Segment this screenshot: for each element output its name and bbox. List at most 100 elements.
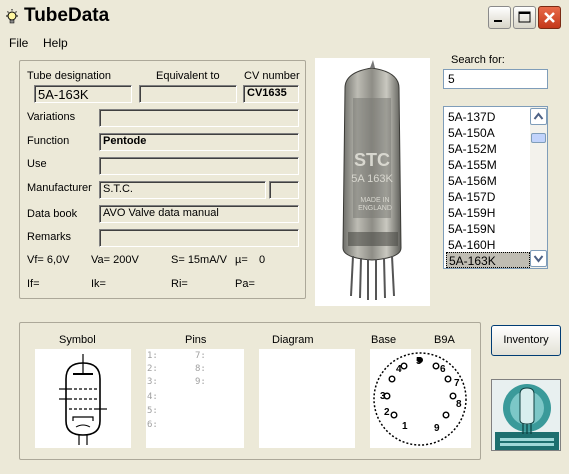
base-type-label: B9A [434,334,455,346]
symbol-label: Symbol [59,334,96,346]
list-item[interactable]: 5A-157D [446,189,530,205]
photo-print-3: MADE IN [360,197,389,204]
scroll-up-button[interactable] [530,108,547,125]
base-panel: 1 2 3 4 5 6 7 8 9 [370,349,471,448]
base-pin-number: 6 [440,364,446,375]
pentode-symbol [59,354,107,445]
base-label: Base [371,334,397,346]
base-pin-number: 4 [396,364,402,375]
menu-help-label: Help [43,36,68,50]
variations-field[interactable] [99,109,299,127]
pin-label: 3: [147,377,158,387]
menu-file[interactable]: File [9,36,28,50]
pin-label: 2: [147,364,158,374]
va-value: Va= 200V [91,254,139,266]
base-pin-number: 2 [384,407,390,418]
variations-label: Variations [27,111,76,123]
base-pin-number: 8 [456,399,462,410]
vf-value: Vf= 6,0V [27,254,70,266]
diagram-label: Diagram [272,334,314,346]
pin-label: 4: [147,392,158,402]
b9a-base-diagram: 1 2 3 4 5 6 7 8 9 [373,352,467,446]
minimize-button[interactable] [488,6,511,29]
tube-logo-icon [492,380,560,450]
menu-help[interactable]: Help [43,36,68,50]
list-item[interactable]: 5A-156M [446,173,530,189]
diagram-panel [259,349,355,448]
manufacturer-label: Manufacturer [27,182,92,194]
minimize-icon [494,20,502,22]
pin-label: 7: [195,351,206,361]
list-item[interactable]: 5A-150A [446,125,530,141]
list-scrollbar[interactable] [530,107,547,268]
cv-number-field[interactable]: CV1635 [243,85,299,103]
cv-number-label: CV number [244,70,300,82]
databook-label: Data book [27,208,78,220]
equivalent-field[interactable] [139,85,237,103]
mu-value: 0 [259,254,266,266]
use-label: Use [27,158,47,170]
designation-field[interactable]: 5A-163K [34,85,132,103]
ik-value: Ik= [91,278,106,290]
ri-value: Ri= [171,278,188,290]
search-input[interactable]: 5 [443,69,548,89]
manufacturer-code-field[interactable] [269,181,299,199]
pin-label: 1: [147,351,158,361]
base-pin-number: 9 [434,423,440,434]
pa-value: Pa= [235,278,255,290]
maximize-button[interactable] [513,6,536,29]
maximize-icon [518,11,531,23]
list-item-selected[interactable]: 5A-163K [446,252,530,268]
pin-label: 6: [147,420,158,430]
close-button[interactable] [538,6,561,29]
equivalent-label: Equivalent to [156,70,220,82]
pin-label: 8: [195,364,206,374]
function-label: Function [27,135,70,147]
list-item[interactable]: 5A-137D [446,109,530,125]
pin-label: 5: [147,406,158,416]
tube-listbox[interactable]: 5A-137D 5A-150A 5A-152M 5A-155M 5A-156M … [443,106,548,269]
pins-label: Pins [185,334,207,346]
app-logo [491,379,561,451]
base-pin-number: 3 [380,391,386,402]
menu-bar: File Help [0,34,569,52]
base-pin-number: 1 [402,421,408,432]
tube-photo-drawing: STC 5A 163K MADE IN ENGLAND [342,60,402,300]
pins-panel: 1: 2: 3: 4: 5: 6: 7: 8: 9: [146,349,244,448]
list-item[interactable]: 5A-160H [446,237,530,253]
title-bar[interactable]: TubeData [0,0,569,34]
list-item[interactable]: 5A-155M [446,157,530,173]
lightbulb-icon [6,9,18,24]
databook-field[interactable]: AVO Valve data manual [99,205,299,223]
remarks-field[interactable] [99,229,299,247]
symbol-panel [35,349,131,448]
list-item[interactable]: 5A-159H [446,205,530,221]
designation-label: Tube designation [27,70,111,82]
arrow-up-icon [533,112,544,120]
function-field[interactable]: Pentode [99,133,299,151]
if-value: If= [27,278,40,290]
use-field[interactable] [99,157,299,175]
search-label: Search for: [451,54,505,66]
mu-label: µ= [235,254,248,266]
close-icon [544,12,555,23]
photo-print-2: 5A 163K [351,173,393,185]
tube-photo: STC 5A 163K MADE IN ENGLAND [315,58,430,306]
list-item[interactable]: 5A-159N [446,221,530,237]
list-item[interactable]: 5A-152M [446,141,530,157]
window-title: TubeData [24,5,110,26]
remarks-label: Remarks [27,231,72,243]
base-pin-number: 7 [454,378,460,389]
s-value: S= 15mA/V [171,254,227,266]
arrow-down-icon [533,255,544,263]
inventory-button[interactable]: Inventory [491,325,561,356]
scroll-thumb[interactable] [531,133,546,143]
scroll-down-button[interactable] [530,250,547,267]
pin-label: 9: [195,377,206,387]
main-window: TubeData File Help Tube designation Equi… [0,0,569,474]
photo-print-1: STC [354,150,390,170]
base-pin-number: 5 [416,356,422,367]
manufacturer-field[interactable]: S.T.C. [99,181,266,199]
menu-file-label: File [9,36,29,50]
photo-print-4: ENGLAND [358,205,392,212]
